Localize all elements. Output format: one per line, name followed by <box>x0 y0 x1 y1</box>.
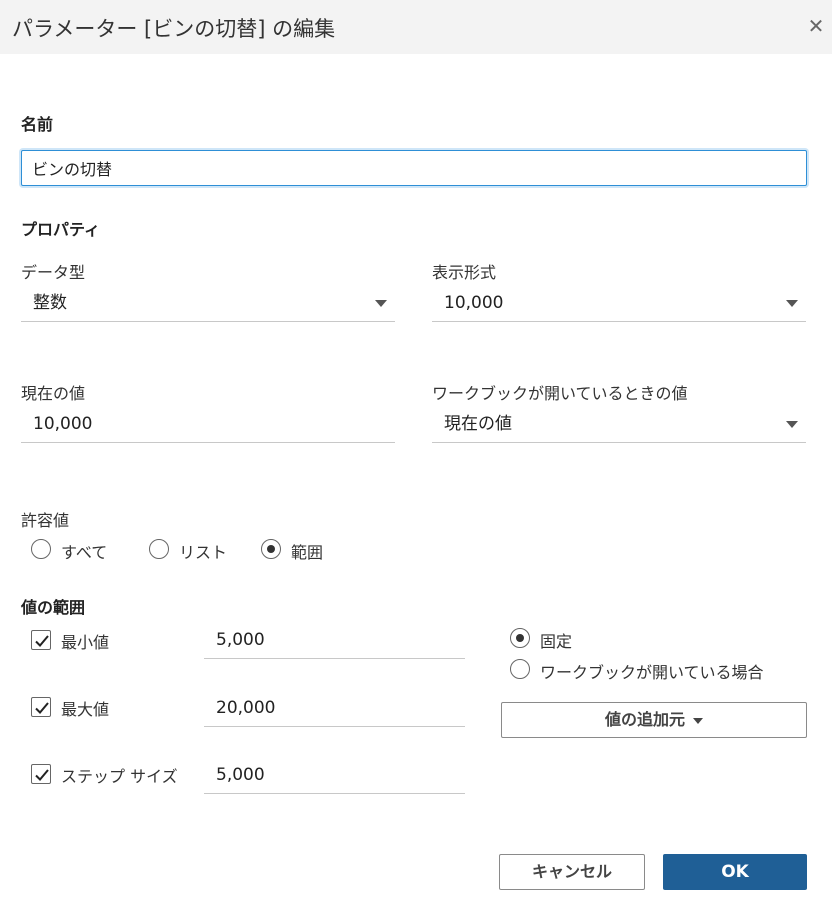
close-icon[interactable]: ✕ <box>804 14 828 38</box>
chevron-down-icon <box>786 421 798 428</box>
name-label: 名前 <box>21 115 54 134</box>
radio-fixed-label: 固定 <box>540 632 573 651</box>
on-open-value: 現在の値 <box>444 414 512 434</box>
chevron-down-icon <box>375 300 387 307</box>
step-checkbox[interactable] <box>31 764 51 784</box>
on-open-label: ワークブックが開いているときの値 <box>432 384 688 403</box>
current-value-input[interactable]: 10,000 <box>21 409 395 443</box>
min-label: 最小値 <box>61 633 110 652</box>
current-value-text: 10,000 <box>33 414 93 434</box>
radio-fixed[interactable] <box>510 628 530 648</box>
properties-heading: プロパティ <box>21 220 101 239</box>
data-type-value: 整数 <box>33 293 67 313</box>
display-format-label: 表示形式 <box>432 263 497 282</box>
on-open-dropdown[interactable]: 現在の値 <box>432 409 806 443</box>
step-value: 5,000 <box>216 765 265 785</box>
range-heading: 値の範囲 <box>21 598 86 617</box>
radio-list[interactable] <box>149 539 169 559</box>
max-input[interactable]: 20,000 <box>204 693 465 727</box>
max-label: 最大値 <box>61 700 110 719</box>
data-type-label: データ型 <box>21 263 86 282</box>
dialog-titlebar: パラメーター [ビンの切替] の編集 ✕ <box>0 0 832 54</box>
check-icon <box>35 769 49 781</box>
radio-range[interactable] <box>261 539 281 559</box>
radio-range-label: 範囲 <box>291 543 324 562</box>
add-values-from-button[interactable]: 値の追加元 <box>501 702 807 738</box>
chevron-down-icon <box>786 300 798 307</box>
step-input[interactable]: 5,000 <box>204 760 465 794</box>
radio-when-open-label: ワークブックが開いている場合 <box>540 663 764 682</box>
radio-all[interactable] <box>31 539 51 559</box>
step-label: ステップ サイズ <box>61 767 178 786</box>
data-type-dropdown[interactable]: 整数 <box>21 288 395 322</box>
current-value-label: 現在の値 <box>21 384 86 403</box>
min-input[interactable]: 5,000 <box>204 625 465 659</box>
caret-down-icon <box>693 717 703 724</box>
radio-all-label: すべて <box>61 543 108 562</box>
allowed-values-label: 許容値 <box>21 511 70 530</box>
radio-list-label: リスト <box>179 543 228 562</box>
radio-when-open[interactable] <box>510 659 530 679</box>
min-value: 5,000 <box>216 630 265 650</box>
display-format-value: 10,000 <box>444 293 504 313</box>
display-format-dropdown[interactable]: 10,000 <box>432 288 806 322</box>
add-values-from-label: 値の追加元 <box>604 710 685 729</box>
min-checkbox[interactable] <box>31 630 51 650</box>
check-icon <box>35 702 49 714</box>
max-checkbox[interactable] <box>31 697 51 717</box>
ok-button[interactable]: OK <box>663 854 807 890</box>
check-icon <box>35 635 49 647</box>
name-input[interactable] <box>21 150 807 186</box>
max-value: 20,000 <box>216 698 276 718</box>
dialog-title: パラメーター [ビンの切替] の編集 <box>12 17 336 41</box>
cancel-button[interactable]: キャンセル <box>499 854 645 890</box>
